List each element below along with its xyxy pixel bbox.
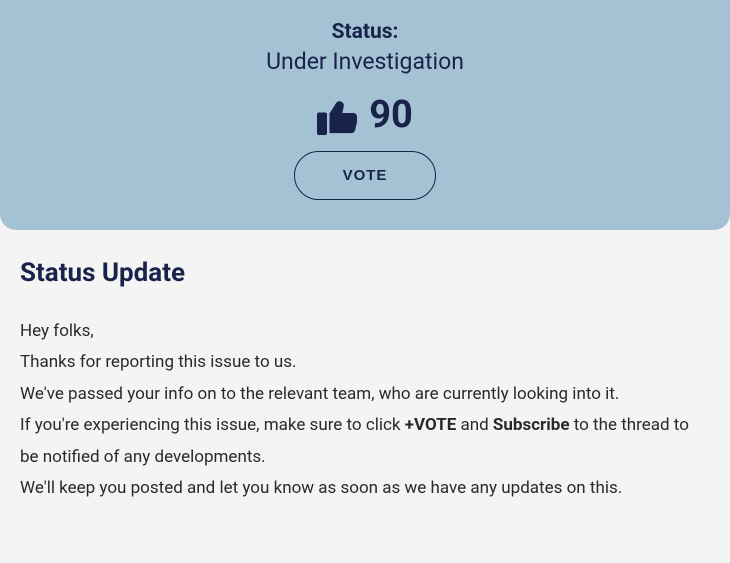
- vote-count: 90: [369, 96, 413, 134]
- update-vote-emphasis: +VOTE: [405, 415, 457, 435]
- vote-button[interactable]: VOTE: [294, 151, 437, 200]
- update-line-3b: and: [456, 415, 493, 435]
- thumbs-up-icon: [317, 95, 357, 135]
- status-value: Under Investigation: [20, 48, 710, 75]
- status-update-section: Status Update Hey folks, Thanks for repo…: [0, 230, 730, 525]
- status-update-heading: Status Update: [20, 258, 710, 288]
- status-card: Status: Under Investigation 90 VOTE: [0, 0, 730, 230]
- update-line-3: If you're experiencing this issue, make …: [20, 410, 710, 473]
- update-line-3a: If you're experiencing this issue, make …: [20, 415, 405, 435]
- update-greeting: Hey folks,: [20, 316, 710, 347]
- vote-row: 90: [20, 95, 710, 135]
- update-subscribe-emphasis: Subscribe: [493, 415, 570, 435]
- update-line-2: We've passed your info on to the relevan…: [20, 379, 710, 410]
- status-label: Status:: [20, 20, 710, 44]
- update-line-1: Thanks for reporting this issue to us.: [20, 347, 710, 378]
- update-line-4: We'll keep you posted and let you know a…: [20, 473, 710, 504]
- status-update-body: Hey folks, Thanks for reporting this iss…: [20, 316, 710, 505]
